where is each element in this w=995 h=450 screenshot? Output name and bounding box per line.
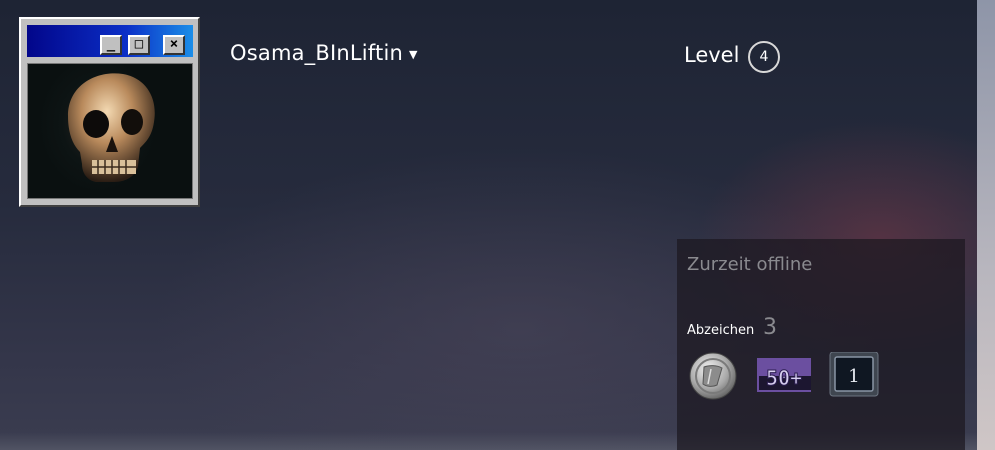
username-text: Osama_BInLiftin: [230, 41, 404, 65]
close-icon: ×: [163, 35, 185, 55]
years-of-service-badge-icon[interactable]: 1: [829, 351, 881, 400]
skull-icon: [68, 73, 155, 182]
badges-heading[interactable]: Abzeichen: [687, 323, 754, 338]
chevron-down-icon[interactable]: ▼: [409, 48, 418, 61]
level-badge[interactable]: 4: [748, 41, 780, 73]
profile-sidebar-panel: Zurzeit offline Abzeichen 3 50+ 1: [677, 239, 965, 450]
badges-count[interactable]: 3: [763, 315, 777, 340]
profile-avatar[interactable]: _ □ ×: [19, 17, 200, 207]
online-status: Zurzeit offline: [687, 254, 813, 275]
minimize-icon: _: [100, 35, 122, 55]
silver-coin-badge-icon[interactable]: [687, 352, 739, 400]
avatar-window-titlebar: _ □ ×: [27, 25, 193, 57]
50-plus-badge-icon[interactable]: 50+: [757, 352, 811, 400]
maximize-icon: □: [128, 35, 150, 55]
profile-username[interactable]: Osama_BInLiftin ▼: [230, 41, 418, 65]
page-edge: [977, 0, 995, 450]
badge-50-label: 50+: [766, 366, 802, 390]
badge-1-label: 1: [848, 366, 859, 387]
level-label: Level: [684, 43, 740, 67]
skull-avatar-image: [27, 63, 193, 199]
